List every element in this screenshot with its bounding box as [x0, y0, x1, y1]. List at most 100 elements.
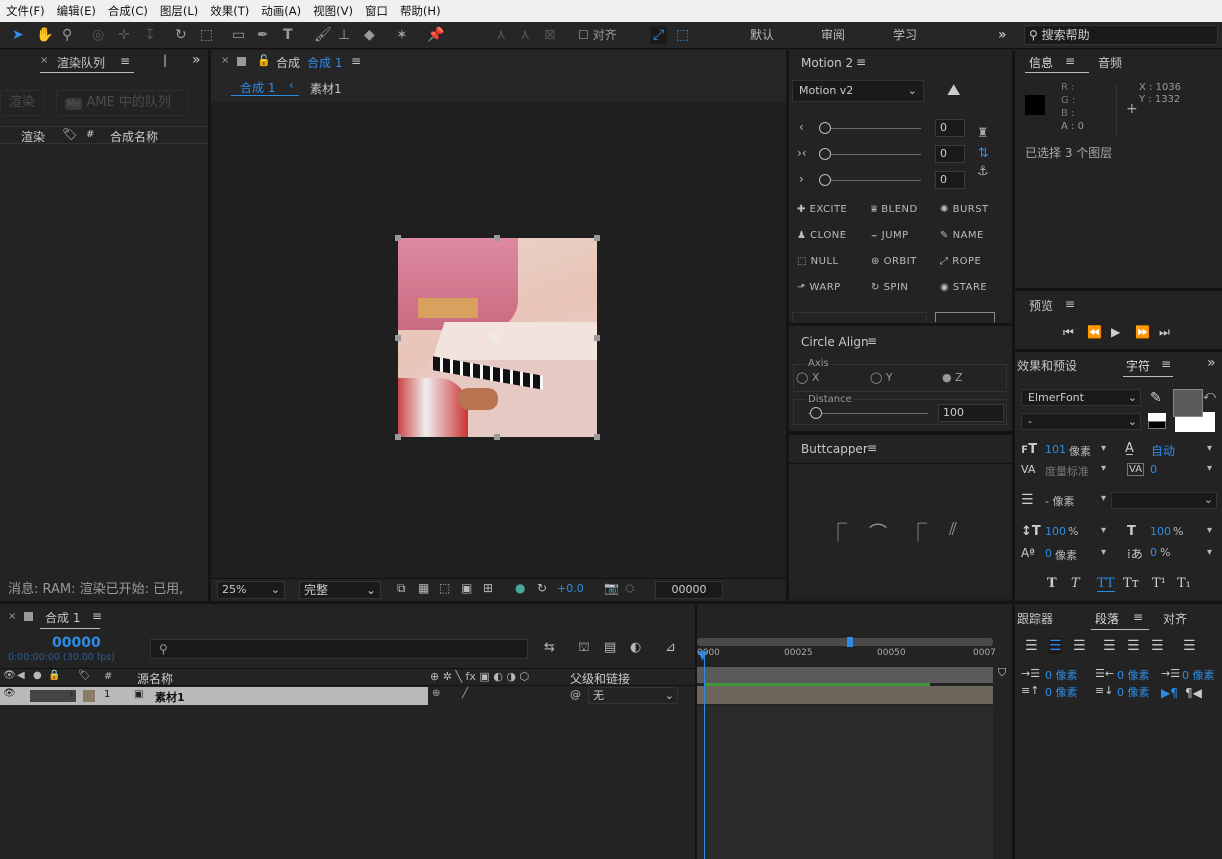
help-search-field[interactable]: ⚲ 搜索帮助: [1024, 25, 1218, 45]
handle-top-right[interactable]: [594, 235, 600, 241]
all-caps-button[interactable]: TT: [1097, 576, 1115, 592]
eyedropper-icon[interactable]: ✎: [1150, 390, 1162, 406]
menu-effect[interactable]: 效果(T): [204, 3, 255, 19]
timeline-tab[interactable]: 合成 1: [45, 609, 80, 626]
name-button[interactable]: ✎ NAME: [940, 230, 984, 241]
axis-world-icon[interactable]: ⋏: [520, 26, 530, 44]
motion-bottom-button[interactable]: [935, 312, 995, 322]
stroke-width-value[interactable]: - 像素: [1045, 493, 1074, 509]
justify-right-icon[interactable]: ☰: [1151, 638, 1164, 654]
ease-out-knob[interactable]: [819, 174, 831, 186]
chevron-down-icon[interactable]: ▾: [1101, 443, 1106, 454]
handle-right[interactable]: [594, 335, 600, 341]
butt-cap-icon[interactable]: ⎾: [829, 519, 847, 545]
close-icon[interactable]: ×: [221, 55, 229, 66]
ease-both-knob[interactable]: [819, 148, 831, 160]
ease-out-value[interactable]: 0: [935, 171, 965, 189]
pickwhip-icon[interactable]: @: [570, 688, 581, 701]
chevron-right-icon[interactable]: ›: [69, 687, 74, 701]
orbit-button[interactable]: ⊛ ORBIT: [871, 256, 917, 267]
lock-icon[interactable]: 🔒: [48, 670, 60, 681]
ease-both-value[interactable]: 0: [935, 145, 965, 163]
time-graph[interactable]: 0000 00025 00050 0007 ▼: [697, 634, 996, 859]
axis-x-radio[interactable]: ◯ X: [796, 371, 819, 384]
axis-local-icon[interactable]: ⋏: [496, 26, 506, 44]
resolution-dropdown[interactable]: 完整 ⌄: [299, 581, 381, 599]
clone-button[interactable]: ♟ CLONE: [797, 230, 847, 241]
chevron-down-icon[interactable]: ▾: [1101, 493, 1106, 504]
footage-frame[interactable]: ⊕: [398, 238, 597, 437]
anchor-point-icon[interactable]: ⊕: [489, 331, 500, 346]
space-before-value[interactable]: 0 像素: [1045, 684, 1078, 700]
layer-name[interactable]: 素材1: [155, 689, 185, 705]
chevron-down-icon[interactable]: ▾: [1207, 547, 1212, 558]
baseline-shift-value[interactable]: 0: [1045, 547, 1052, 560]
panel-menu-icon[interactable]: ≡: [1065, 54, 1075, 68]
tracking-value[interactable]: 0: [1150, 463, 1157, 476]
shy-layers-icon[interactable]: ⛫: [578, 640, 590, 657]
eraser-tool-icon[interactable]: ◆: [364, 26, 375, 44]
comp-marker-icon[interactable]: ⛉: [998, 666, 1006, 680]
motion-version-dropdown[interactable]: Motion v2 ⌄: [792, 80, 924, 102]
graph-editor-icon[interactable]: ⊿: [665, 640, 676, 655]
menu-layer[interactable]: 图层(L): [154, 3, 204, 19]
snapshot-icon[interactable]: 📷: [604, 581, 619, 595]
font-style-dropdown[interactable]: - ⌄: [1021, 413, 1141, 430]
reset-exposure-icon[interactable]: ↻: [537, 581, 547, 595]
pan-behind-tool-icon[interactable]: ⬚: [200, 26, 213, 44]
video-eye-icon[interactable]: 👁: [3, 670, 16, 681]
rtl-direction-icon[interactable]: ¶◀: [1185, 686, 1202, 700]
menu-composition[interactable]: 合成(C): [102, 3, 154, 19]
font-size-value[interactable]: 101: [1045, 443, 1066, 456]
close-icon[interactable]: ×: [40, 55, 48, 66]
tsume-value[interactable]: 0: [1150, 546, 1157, 559]
snap-checkbox[interactable]: ☐ 对齐: [578, 26, 617, 44]
region-of-interest-icon[interactable]: ▣: [461, 581, 472, 595]
quality-icon[interactable]: ╱: [462, 688, 468, 699]
audio-icon[interactable]: ◀: [17, 670, 25, 681]
menu-edit[interactable]: 编辑(E): [51, 3, 102, 19]
stroke-type-dropdown[interactable]: ⌄: [1111, 492, 1217, 509]
menu-animation[interactable]: 动画(A): [255, 3, 307, 19]
slash-cap-icon[interactable]: ⫽: [949, 519, 957, 540]
menu-view[interactable]: 视图(V): [307, 3, 359, 19]
handle-top[interactable]: [494, 235, 500, 241]
breadcrumb-footage[interactable]: 素材1: [310, 80, 342, 97]
prev-frame-icon[interactable]: ⏪: [1087, 325, 1102, 339]
render-queue-tab[interactable]: 渲染队列: [57, 54, 105, 71]
orbit-tool-icon[interactable]: ◎: [92, 26, 104, 44]
spin-button[interactable]: ↻ SPIN: [871, 282, 908, 293]
font-family-dropdown[interactable]: ElmerFont ⌄: [1021, 389, 1141, 406]
blend-button[interactable]: ⩸ BLEND: [871, 204, 918, 215]
axis-z-radio[interactable]: ● Z: [942, 371, 963, 384]
next-frame-icon[interactable]: ⏩: [1135, 325, 1150, 339]
playhead-icon[interactable]: ▼: [698, 648, 707, 662]
close-icon[interactable]: ×: [8, 611, 16, 622]
handle-bottom-left[interactable]: [395, 434, 401, 440]
pen-tool-icon[interactable]: ✒: [257, 26, 269, 44]
info-tab[interactable]: 信息: [1029, 54, 1053, 71]
first-frame-icon[interactable]: ⏮: [1063, 325, 1074, 340]
warp-button[interactable]: ⬏ WARP: [797, 282, 841, 293]
zoom-dropdown[interactable]: 25% ⌄: [217, 581, 285, 599]
justify-left-icon[interactable]: ☰: [1103, 638, 1116, 654]
clone-stamp-tool-icon[interactable]: ⊥: [338, 26, 350, 44]
layer-search-input[interactable]: ⚲: [150, 639, 528, 659]
tracker-tab[interactable]: 跟踪器: [1017, 610, 1053, 627]
playhead-line[interactable]: [704, 656, 705, 859]
swap-colors-icon[interactable]: ⤺: [1203, 388, 1216, 403]
fast-preview-icon[interactable]: ⧉: [397, 581, 406, 596]
workspace-default[interactable]: 默认: [750, 26, 774, 44]
mask-visibility-icon[interactable]: ⬚: [439, 581, 450, 595]
faux-bold-button[interactable]: T: [1047, 576, 1057, 591]
indent-first-value[interactable]: 0 像素: [1182, 667, 1215, 683]
work-area-bar[interactable]: [697, 638, 993, 646]
menu-help[interactable]: 帮助(H): [394, 3, 447, 19]
null-button[interactable]: ⬚ NULL: [797, 256, 839, 267]
panel-overflow-icon[interactable]: »: [1207, 355, 1216, 371]
handle-bottom-right[interactable]: [594, 434, 600, 440]
last-frame-icon[interactable]: ⏭: [1159, 325, 1170, 340]
axis-view-icon[interactable]: ⊠: [544, 26, 556, 44]
chevron-down-icon[interactable]: ▾: [1101, 463, 1106, 474]
collapse-icon[interactable]: ⊕: [432, 688, 440, 699]
